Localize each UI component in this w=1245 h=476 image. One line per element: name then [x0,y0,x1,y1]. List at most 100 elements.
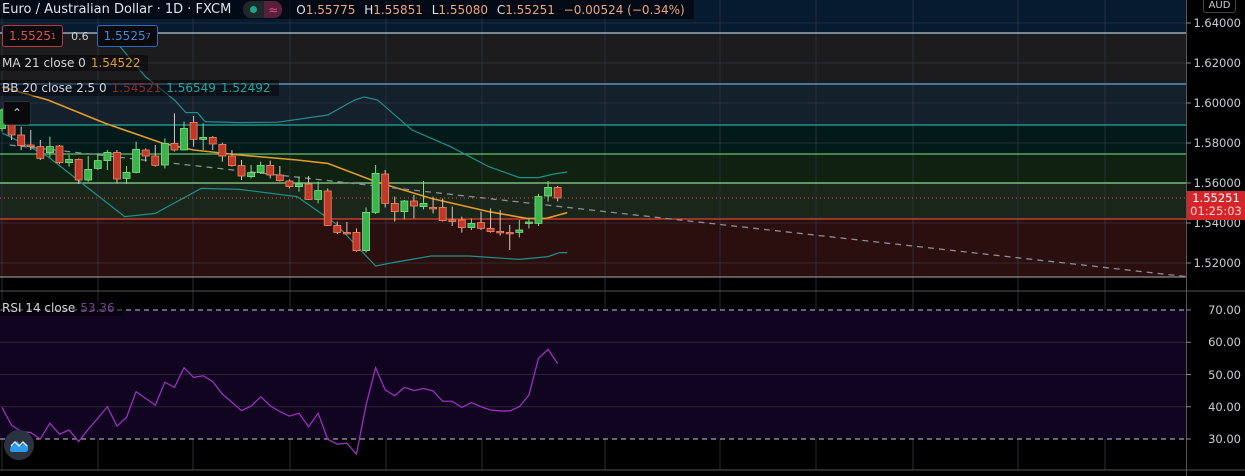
candle-body [55,145,64,164]
bb-lower-value: 1.52492 [220,81,271,95]
candle-body [228,155,236,166]
candle-body [371,172,380,213]
bb-legend[interactable]: BB 20 close 2.5 0 1.54521 1.56549 1.52492 [0,80,279,96]
ma-legend[interactable]: MA 21 close 0 1.54522 [0,55,149,71]
candle-body [26,144,35,147]
candle [113,150,121,184]
price-tick-label: 1.56000 [1193,176,1241,190]
candle-body [362,211,370,251]
fib-band [0,219,1186,277]
candle-body [314,190,323,200]
close-label: C [496,2,506,17]
candle-body [275,174,284,181]
open-label: O [296,2,306,17]
candle-body [122,171,131,179]
candle-body [170,142,179,151]
rsi-tick-label: 50.00 [1208,367,1241,382]
candle-body [266,164,275,176]
change-value: −0.00524 (−0.34%) [563,2,685,17]
collapse-legend-button[interactable]: ⌃ [3,101,31,125]
candle-body [448,219,457,222]
rsi-pane [0,290,1245,471]
wave-icon[interactable]: ≈ [264,1,283,18]
candle [74,158,83,184]
symbol-title[interactable]: Euro / Australian Dollar · 1D · FXCM [2,2,231,17]
candle [362,207,370,253]
candle-body [151,155,160,166]
candle-body [46,146,54,154]
rsi-legend[interactable]: RSI 14 close 53.36 [0,300,123,316]
candle [381,170,390,208]
candle-body [218,143,227,157]
currency-badge[interactable]: AUD [1203,0,1236,13]
high-value: 1.55851 [373,2,423,17]
fib-band [0,154,1186,183]
ma-value: 1.54522 [90,56,141,70]
buy-price: 1.5525 [103,29,146,43]
sell-pip: 1 [51,31,57,41]
candle-body [237,165,246,177]
sell-price: 1.5525 [9,29,51,43]
candle-body [247,172,255,178]
candle-body [323,190,332,226]
candle [55,145,64,164]
candle-body [486,227,495,232]
rsi-label: RSI 14 close [2,301,76,315]
candle-body [515,229,524,233]
candle-body [74,158,83,181]
bar-countdown: 01:25:03 [1190,204,1242,218]
candle-body [381,173,390,204]
candle-body [505,231,514,235]
candle-body [180,127,188,151]
candle-body [400,200,409,212]
candle-body [304,183,313,200]
candle-body [438,206,447,221]
candle-body [352,231,361,251]
candle-body [113,151,121,180]
rsi-tick-label: 40.00 [1208,399,1241,414]
bb-upper-value: 1.56549 [166,81,216,95]
candle-body [390,202,399,212]
candle-body [429,206,438,210]
candle-body [333,224,342,233]
candle-body [132,148,141,173]
candle-body [65,158,73,163]
candle-body [295,183,303,187]
spread: 0.6 [71,29,89,43]
low-value: 1.55080 [438,2,488,17]
buy-button[interactable]: 1.5525 7 [96,25,158,47]
fib-band [0,33,1186,84]
price-chart[interactable] [0,0,1245,476]
close-value: 1.55251 [505,2,555,17]
price-tick-label: 1.52000 [1193,256,1241,270]
trade-panel: 1.5525 1 0.6 1.5525 7 [2,25,158,47]
ohlc-values: O1.55775 H1.55851 L1.55080 C1.55251 −0.0… [296,3,689,17]
candle-body [553,187,562,199]
candle-body [342,231,351,235]
chevron-up-icon: ⌃ [11,106,23,120]
candle-body [208,136,217,145]
candle-body [84,168,93,181]
rsi-tick-label: 60.00 [1208,335,1241,350]
high-label: H [364,2,374,17]
candle-body [103,151,112,161]
candle-body [457,219,466,228]
fib-bands [0,0,1186,277]
rsi-value: 53.36 [80,301,115,315]
price-tick-label: 1.64000 [1193,16,1241,30]
candle-body [160,142,169,166]
candle-body [534,196,543,224]
tradingview-logo[interactable] [4,430,34,460]
candle-body [285,180,294,187]
rsi-tick-label: 30.00 [1208,432,1241,446]
candle-body [141,149,150,157]
chart-header: Euro / Australian Dollar · 1D · FXCM ≈ O… [0,0,694,19]
status-pill[interactable]: ≈ [243,1,283,18]
sell-button[interactable]: 1.5525 1 [2,25,64,47]
bb-label: BB 20 close 2.5 0 [2,81,107,95]
ma-label: MA 21 close 0 [2,56,86,70]
axes [1186,0,1191,476]
price-tick-label: 1.62000 [1193,56,1241,70]
candle-body [199,136,208,140]
buy-pip: 7 [145,31,151,41]
